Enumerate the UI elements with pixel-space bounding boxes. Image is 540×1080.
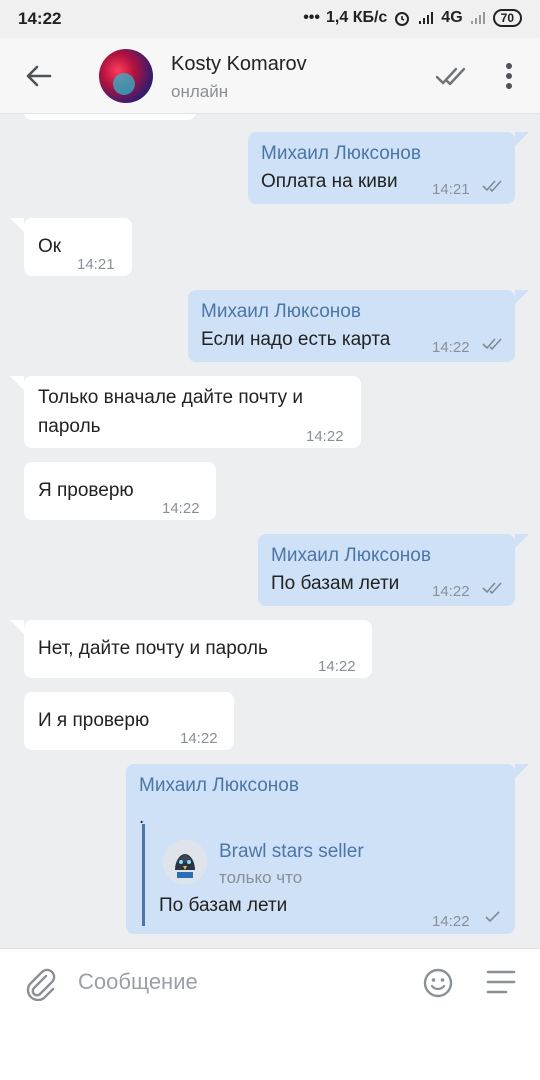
message-text: Ок [38,236,62,257]
message-bubble-outgoing[interactable]: Михаил Люксонов Если надо есть карта 14:… [188,290,529,362]
message-time: 14:22 [180,730,218,747]
menu-lines-icon[interactable] [486,969,516,995]
message-bubble-outgoing[interactable]: Михаил Люксонов По базам лети 14:22 [258,534,529,606]
message-time: 14:22 [306,428,344,445]
message-time: 14:22 [432,913,470,930]
forwarded-author[interactable]: Brawl stars seller [219,838,364,866]
forwarded-time: только что [219,868,303,887]
message-composer [0,948,540,1080]
bird-avatar-icon [163,840,207,884]
message-time: 14:22 [162,500,200,517]
contact-avatar[interactable] [99,49,153,103]
status-indicators: ••• 1,4 КБ/с 4G 70 [303,9,522,27]
contact-status: онлайн [171,82,229,101]
message-time: 14:22 [432,339,470,356]
double-check-icon [482,180,502,193]
message-time: 14:21 [77,256,115,273]
paperclip-icon[interactable] [24,967,56,1001]
message-time: 14:21 [432,181,470,198]
message-text: По базам лети [271,573,400,594]
message-list[interactable]: Михаил Люксонов Оплата на киви 14:21 Ок … [0,114,540,948]
message-bubble-outgoing[interactable]: Михаил Люксонов Оплата на киви 14:21 [248,132,529,204]
alarm-icon [395,12,410,26]
message-bubble-incoming[interactable]: Ок 14:21 [10,218,132,276]
message-time: 14:22 [318,658,356,675]
net-speed: 1,4 КБ/с [326,9,388,26]
message-bubble-incoming[interactable]: Нет, дайте почту и пароль 14:22 [10,620,372,678]
emoji-icon[interactable] [422,967,454,999]
message-sender: Михаил Люксонов [271,545,431,566]
double-check-icon [482,338,502,351]
back-arrow-icon[interactable] [22,60,54,92]
single-check-icon [485,911,500,923]
message-bubble-incoming[interactable]: И я проверю 14:22 [24,692,234,750]
double-check-icon [482,582,502,595]
forwarded-author-avatar[interactable] [163,840,207,884]
network-type: 4G [441,9,463,26]
message-text: Я проверю [38,480,134,501]
message-text-line-2: пароль [38,416,101,437]
contact-name[interactable]: Kosty Komarov [171,53,307,76]
message-sender: Михаил Люксонов [261,143,421,164]
message-text: Если надо есть карта [201,329,391,350]
message-time: 14:22 [432,583,470,600]
message-text: Нет, дайте почту и пароль [38,638,268,659]
partial-message-bubble [24,114,196,120]
message-text-line-1: Только вначале дайте почту и [38,387,304,408]
message-bubble-outgoing-forward[interactable]: Михаил Люксонов . Brawl stars seller тол… [126,764,529,934]
message-bubble-incoming[interactable]: Только вначале дайте почту и пароль 14:2… [10,376,361,448]
message-sender: Михаил Люксонов [139,775,299,796]
message-text: И я проверю [38,710,150,731]
battery-indicator: 70 [492,9,522,27]
more-vertical-icon[interactable] [497,60,521,92]
forwarded-text: По базам лети [159,895,288,916]
status-bar: 14:22 ••• 1,4 КБ/с 4G 70 [0,0,540,38]
signal-icon-2 [470,12,485,24]
chat-header: Kosty Komarov онлайн [0,38,540,114]
message-sender: Михаил Люксонов [201,301,361,322]
dots-icon: ••• [303,9,320,26]
message-input[interactable] [78,965,398,999]
message-text: Оплата на киви [261,171,398,192]
status-time: 14:22 [18,9,62,28]
message-bubble-incoming[interactable]: Я проверю 14:22 [24,462,216,520]
double-check-icon[interactable] [434,64,468,88]
signal-icon [419,12,434,24]
